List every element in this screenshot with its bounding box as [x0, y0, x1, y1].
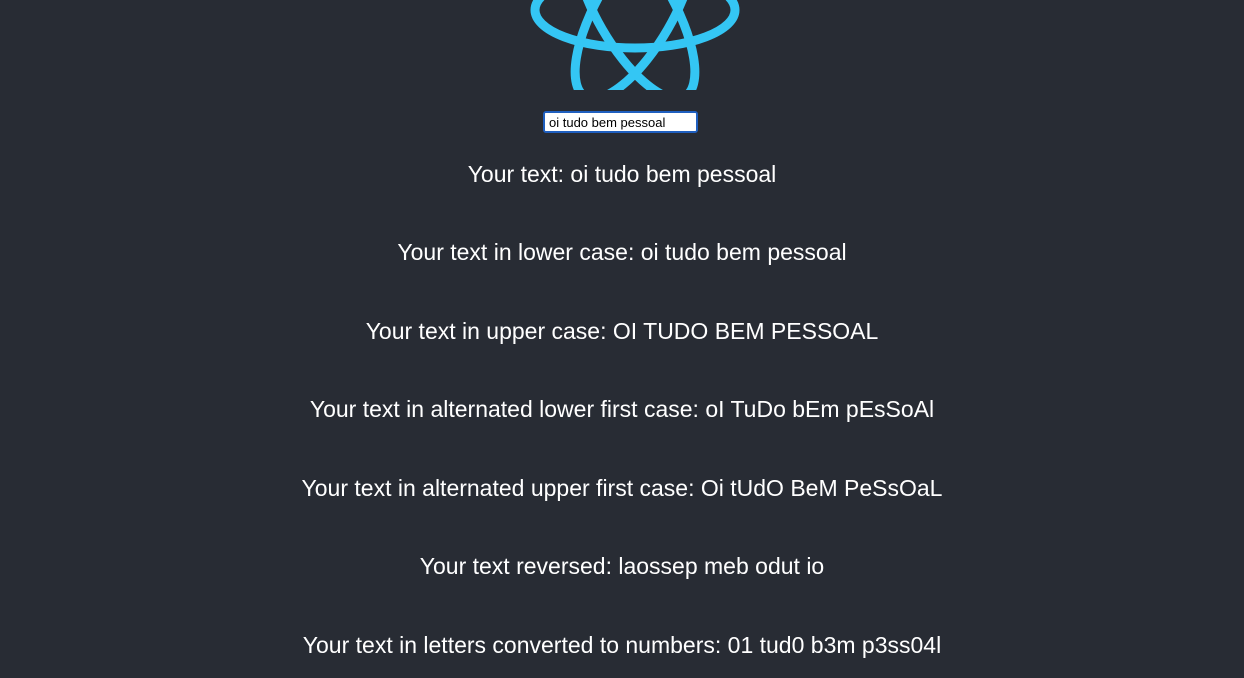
result-upper-case: Your text in upper case: OI TUDO BEM PES…: [0, 317, 1244, 345]
text-input[interactable]: [543, 111, 698, 133]
result-alternated-lower-first-value: oI TuDo bEm pEsSoAl: [705, 396, 935, 422]
result-alternated-lower-first-label: Your text in alternated lower first case…: [309, 396, 706, 422]
app-root: Your text: oi tudo bem pessoal Your text…: [0, 0, 1244, 678]
result-upper-case-value: OI TUDO BEM PESSOAL: [612, 318, 879, 344]
result-lower-case-label: Your text in lower case:: [397, 239, 641, 265]
react-atom-icon: [522, 0, 748, 90]
result-text-value: oi tudo bem pessoal: [570, 161, 777, 187]
result-alternated-upper-first: Your text in alternated upper first case…: [0, 474, 1244, 502]
result-letters-to-numbers-label: Your text in letters converted to number…: [302, 632, 728, 658]
result-text: Your text: oi tudo bem pessoal: [0, 160, 1244, 188]
result-alternated-upper-first-value: Oi tUdO BeM PeSsOaL: [700, 475, 943, 501]
result-letters-to-numbers: Your text in letters converted to number…: [0, 631, 1244, 659]
result-upper-case-label: Your text in upper case:: [365, 318, 613, 344]
result-reversed-value: laossep meb odut io: [618, 553, 825, 579]
result-lower-case: Your text in lower case: oi tudo bem pes…: [0, 238, 1244, 266]
result-lower-case-value: oi tudo bem pessoal: [640, 239, 847, 265]
result-text-label: Your text:: [467, 161, 571, 187]
result-alternated-upper-first-label: Your text in alternated upper first case…: [301, 475, 701, 501]
result-reversed: Your text reversed: laossep meb odut io: [0, 552, 1244, 580]
result-alternated-lower-first: Your text in alternated lower first case…: [0, 395, 1244, 423]
result-letters-to-numbers-value: 01 tud0 b3m p3ss04l: [727, 632, 942, 658]
result-reversed-label: Your text reversed:: [419, 553, 619, 579]
